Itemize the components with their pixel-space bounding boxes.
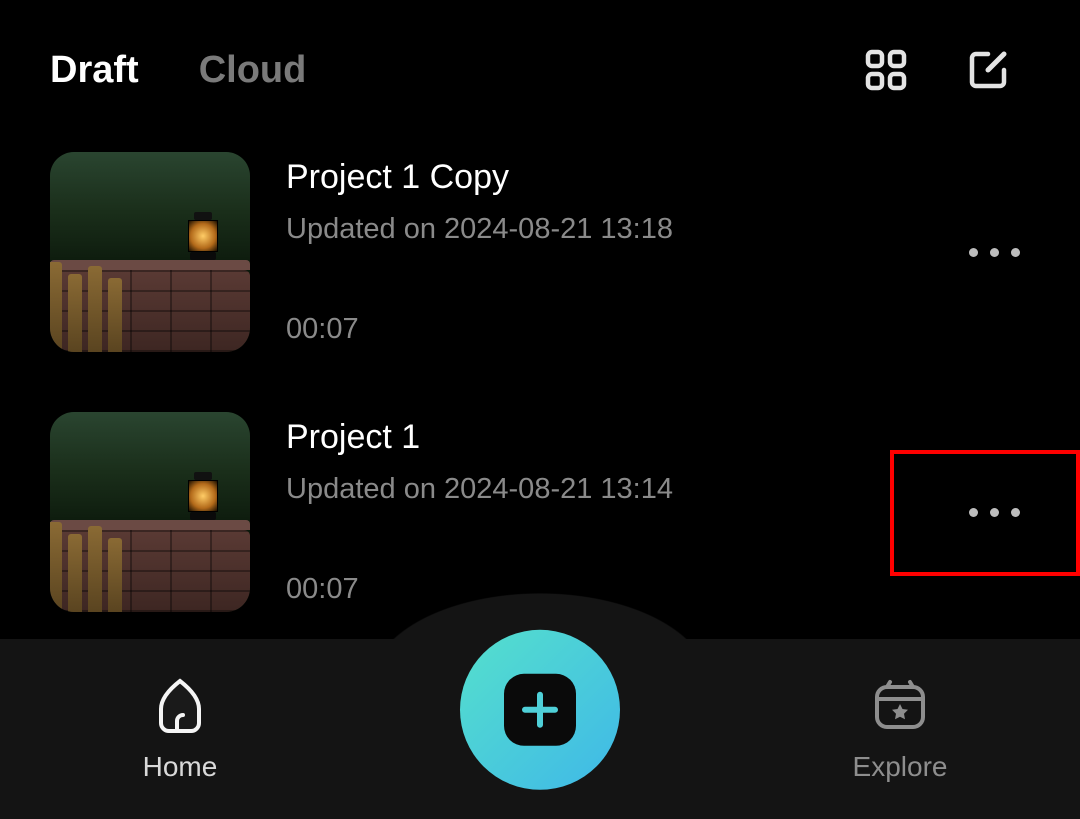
edit-icon[interactable]: [966, 48, 1010, 92]
project-item[interactable]: Project 1 Updated on 2024-08-21 13:14 00…: [50, 412, 1030, 612]
project-thumbnail: [50, 412, 250, 612]
home-icon: [149, 675, 211, 737]
nav-explore[interactable]: Explore: [720, 639, 1080, 819]
more-options-button[interactable]: [959, 228, 1030, 277]
ellipsis-dot-icon: [990, 508, 999, 517]
project-updated: Updated on 2024-08-21 13:14: [286, 473, 959, 506]
ellipsis-dot-icon: [990, 248, 999, 257]
plus-icon: [519, 689, 561, 731]
project-duration: 00:07: [286, 313, 959, 346]
header: Draft Cloud: [0, 0, 1080, 122]
ellipsis-dot-icon: [969, 248, 978, 257]
header-tabs: Draft Cloud: [50, 49, 864, 92]
grid-view-icon[interactable]: [864, 48, 908, 92]
nav-home-label: Home: [143, 751, 218, 783]
ellipsis-dot-icon: [969, 508, 978, 517]
nav-home[interactable]: Home: [0, 639, 360, 819]
project-info: Project 1 Copy Updated on 2024-08-21 13:…: [250, 152, 959, 352]
ellipsis-dot-icon: [1011, 248, 1020, 257]
ellipsis-dot-icon: [1011, 508, 1020, 517]
explore-icon: [869, 675, 931, 737]
create-button[interactable]: [460, 630, 620, 790]
more-options-button[interactable]: [959, 488, 1030, 537]
project-item[interactable]: Project 1 Copy Updated on 2024-08-21 13:…: [50, 152, 1030, 352]
project-list: Project 1 Copy Updated on 2024-08-21 13:…: [0, 122, 1080, 612]
header-actions: [864, 48, 1010, 92]
project-info: Project 1 Updated on 2024-08-21 13:14 00…: [250, 412, 959, 612]
project-title: Project 1 Copy: [286, 158, 959, 197]
bottom-nav: Home Explore: [0, 639, 1080, 819]
tab-cloud[interactable]: Cloud: [199, 49, 307, 92]
tab-draft[interactable]: Draft: [50, 49, 139, 92]
nav-explore-label: Explore: [853, 751, 948, 783]
project-updated: Updated on 2024-08-21 13:18: [286, 213, 959, 246]
project-title: Project 1: [286, 418, 959, 457]
project-thumbnail: [50, 152, 250, 352]
